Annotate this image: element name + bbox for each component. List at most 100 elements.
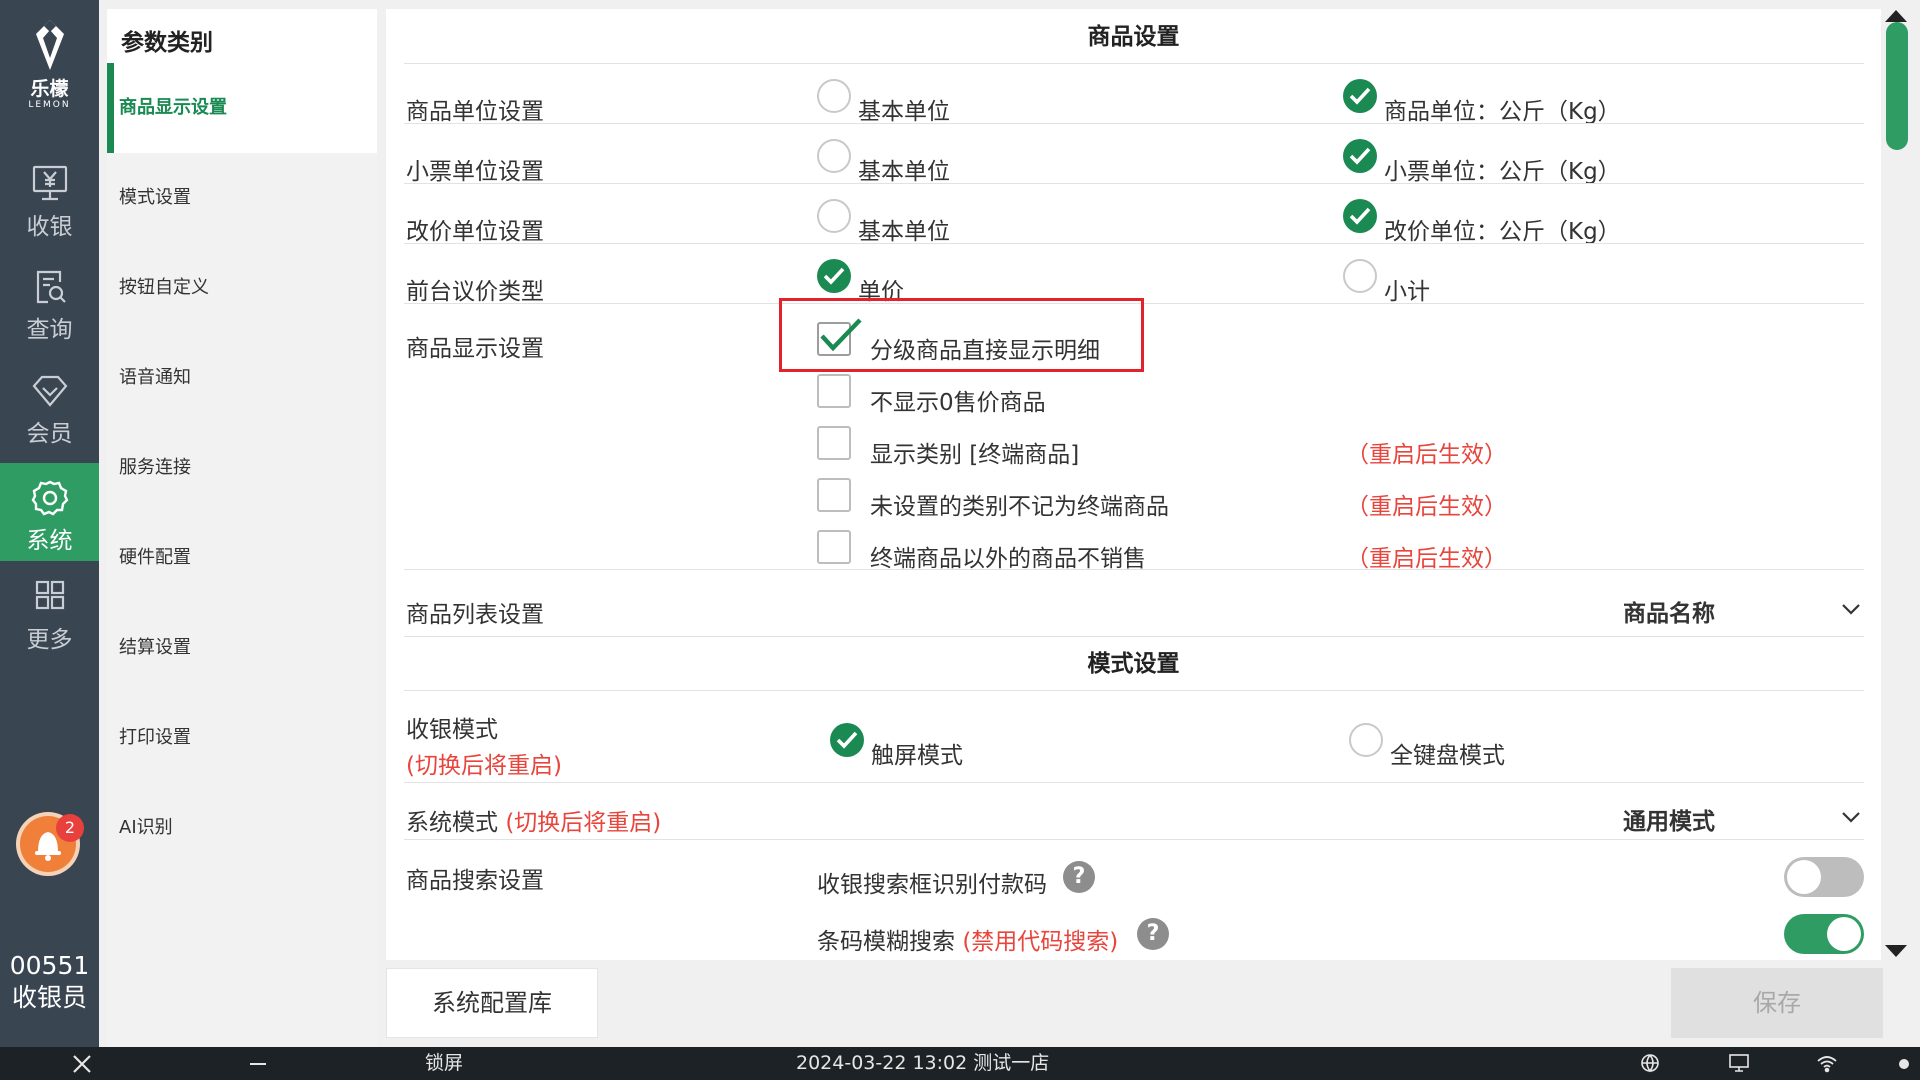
taskbar: 锁屏 2024-03-22 13:02 测试一店 — [0, 1047, 1920, 1080]
help-icon[interactable]: ? — [1063, 861, 1095, 893]
help-icon[interactable]: ? — [1137, 918, 1169, 950]
user-id: 00551 — [9, 951, 90, 980]
restart-note: （重启后生效） — [1346, 546, 1507, 572]
monitor-icon[interactable] — [1728, 1053, 1750, 1073]
price-unit-kg-label: 改价单位：公斤（Kg） — [1384, 219, 1621, 245]
divider — [404, 243, 1864, 244]
restart-note: （重启后生效） — [1346, 494, 1507, 520]
brand-name: 乐檬 — [30, 78, 69, 100]
cashier-mode-note: (切换后将重启) — [406, 753, 562, 779]
category-item-print[interactable]: 打印设置 — [107, 693, 377, 783]
keyboard-mode-label: 全键盘模式 — [1390, 743, 1505, 769]
check-icon — [1349, 147, 1371, 165]
category-item-button-custom[interactable]: 按钮自定义 — [107, 243, 377, 333]
goods-list-label: 商品列表设置 — [406, 602, 544, 628]
nav-item-more[interactable]: 更多 — [0, 578, 99, 676]
scrollbar[interactable] — [1883, 9, 1909, 960]
category-item-service-connect[interactable]: 服务连接 — [107, 423, 377, 513]
store-name: 测试一店 — [973, 1052, 1050, 1074]
close-icon[interactable] — [72, 1054, 92, 1074]
search-doc-icon — [36, 270, 66, 304]
minimize-icon[interactable] — [248, 1054, 268, 1074]
terminal-only-label: 终端商品以外的商品不销售 — [870, 546, 1146, 572]
save-button[interactable]: 保存 — [1671, 968, 1883, 1038]
status-dot-icon — [1899, 1059, 1909, 1069]
receipt-unit-kg-radio[interactable] — [1343, 139, 1377, 173]
chevron-down-icon[interactable] — [1841, 602, 1861, 616]
category-item-goods-display[interactable]: 商品显示设置 — [107, 63, 377, 153]
goods-unit-basic-radio[interactable] — [817, 79, 851, 113]
datetime: 2024-03-22 13:02 — [796, 1052, 968, 1074]
hide-zero-price-checkbox[interactable] — [817, 374, 851, 408]
nav-item-member[interactable]: 会员 — [0, 372, 99, 470]
nav-item-cashier[interactable]: 收银 — [0, 165, 99, 263]
category-item-voice-notify[interactable]: 语音通知 — [107, 333, 377, 423]
system-mode-title: 系统模式 — [406, 810, 498, 836]
bargain-subtotal-radio[interactable] — [1343, 259, 1377, 293]
yen-monitor-icon — [32, 165, 67, 201]
bargain-unit-price-radio[interactable] — [817, 259, 851, 293]
brand-logo: 乐檬 LEMON — [0, 18, 99, 110]
category-title: 参数类别 — [107, 9, 377, 63]
touch-mode-radio[interactable] — [830, 723, 864, 757]
system-config-button[interactable]: 系统配置库 — [386, 968, 598, 1038]
divider — [404, 569, 1864, 570]
divider — [404, 782, 1864, 783]
lemon-logo-icon — [35, 20, 64, 70]
notification-badge: 2 — [56, 814, 84, 842]
terminal-only-checkbox[interactable] — [817, 530, 851, 564]
receipt-unit-kg-label: 小票单位：公斤（Kg） — [1384, 159, 1621, 185]
user-role: 收银员 — [11, 983, 87, 1012]
status-info: 2024-03-22 13:02 测试一店 — [796, 1047, 1049, 1080]
fuzzy-search-toggle[interactable] — [1784, 914, 1864, 954]
divider — [404, 839, 1864, 840]
receipt-unit-basic-label: 基本单位 — [858, 159, 950, 185]
goods-unit-label: 商品单位设置 — [406, 99, 544, 125]
toggle-knob — [1787, 860, 1821, 894]
divider — [404, 183, 1864, 184]
pay-code-search-toggle[interactable] — [1784, 857, 1864, 897]
nav-item-query[interactable]: 查询 — [0, 268, 99, 366]
scrollbar-thumb[interactable] — [1886, 22, 1908, 150]
check-icon — [823, 267, 845, 285]
chevron-down-icon[interactable] — [1841, 810, 1861, 824]
unset-category-label: 未设置的类别不记为终端商品 — [870, 494, 1169, 520]
system-mode-value[interactable]: 通用模式 — [1623, 802, 1715, 836]
user-info: 00551 收银员 — [0, 950, 99, 1014]
price-unit-kg-radio[interactable] — [1343, 199, 1377, 233]
cashier-mode-label: 收银模式 — [406, 717, 498, 743]
category-item-hardware[interactable]: 硬件配置 — [107, 513, 377, 603]
scroll-down-icon[interactable] — [1883, 944, 1909, 958]
grid-icon — [35, 580, 64, 610]
scroll-up-icon[interactable] — [1883, 9, 1909, 23]
goods-list-value[interactable]: 商品名称 — [1623, 594, 1715, 628]
goods-unit-kg-label: 商品单位：公斤（Kg） — [1384, 99, 1621, 125]
lock-screen-button[interactable]: 锁屏 — [425, 1047, 463, 1080]
bargain-subtotal-label: 小计 — [1384, 279, 1430, 305]
system-mode-label: 系统模式 (切换后将重启) — [406, 803, 661, 837]
goods-unit-kg-radio[interactable] — [1343, 79, 1377, 113]
show-category-checkbox[interactable] — [817, 426, 851, 460]
hide-zero-price-label: 不显示0售价商品 — [870, 390, 1046, 416]
goods-display-label: 商品显示设置 — [406, 336, 544, 362]
nav-label-member: 会员 — [26, 421, 73, 447]
unset-category-checkbox[interactable] — [817, 478, 851, 512]
check-icon — [1349, 87, 1371, 105]
category-item-mode[interactable]: 模式设置 — [107, 153, 377, 243]
category-item-ai[interactable]: AI识别 — [107, 783, 377, 873]
goods-search-label: 商品搜索设置 — [406, 868, 544, 894]
nav-label-cashier: 收银 — [26, 214, 73, 240]
gear-icon — [31, 480, 68, 516]
nav-item-system[interactable]: 系统 — [0, 463, 99, 561]
globe-icon[interactable] — [1640, 1053, 1660, 1073]
category-item-settlement[interactable]: 结算设置 — [107, 603, 377, 693]
restart-note: （重启后生效） — [1346, 442, 1507, 468]
section-header-goods: 商品设置 — [1087, 24, 1180, 50]
keyboard-mode-radio[interactable] — [1349, 723, 1383, 757]
price-unit-basic-radio[interactable] — [817, 199, 851, 233]
nav-label-system: 系统 — [26, 528, 73, 554]
fuzzy-search-title: 条码模糊搜索 — [817, 929, 955, 955]
wifi-icon[interactable] — [1816, 1053, 1838, 1073]
receipt-unit-basic-radio[interactable] — [817, 139, 851, 173]
nav-label-query: 查询 — [26, 317, 73, 343]
